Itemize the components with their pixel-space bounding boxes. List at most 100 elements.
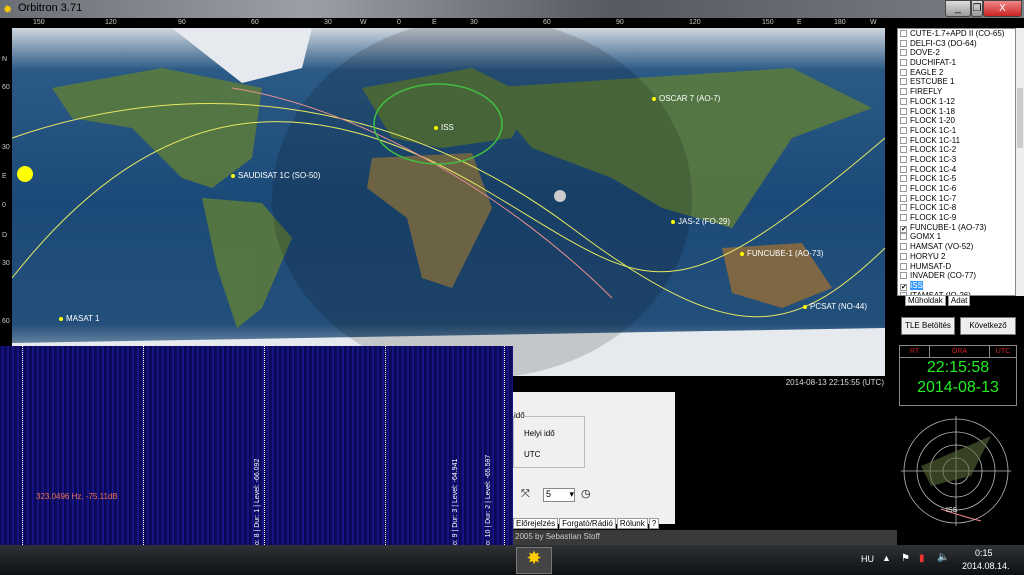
checkbox[interactable]: ✔ (900, 283, 907, 291)
satellite-list-item[interactable]: EAGLE 2 (898, 68, 1015, 78)
tray-time[interactable]: 0:15 (975, 548, 993, 558)
checkbox[interactable] (900, 126, 907, 134)
checkbox[interactable] (900, 155, 907, 163)
close-button[interactable]: X (983, 0, 1022, 17)
checkbox[interactable] (900, 243, 907, 251)
checkbox[interactable] (900, 233, 907, 241)
checkbox[interactable] (900, 146, 907, 154)
satellite-name: DOVE-2 (910, 48, 940, 58)
satellite-list-item[interactable]: DOVE-2 (898, 48, 1015, 58)
scale-label: 30 (2, 144, 10, 151)
local-time-radio[interactable]: Helyi idő (524, 429, 555, 438)
checkbox[interactable] (900, 272, 907, 280)
checkbox[interactable] (900, 262, 907, 270)
tray-date[interactable]: 2014.08.14. (962, 561, 1010, 571)
checkbox[interactable] (900, 252, 907, 260)
satellite-list-item[interactable]: FLOCK 1C-9 (898, 213, 1015, 223)
satellite-list-item[interactable]: FIREFLY (898, 87, 1015, 97)
checkbox[interactable] (900, 194, 907, 202)
satellite-list-item[interactable]: FLOCK 1C-7 (898, 194, 1015, 204)
volume-icon[interactable]: 🔈 (937, 552, 949, 563)
satellite-list-item[interactable]: FLOCK 1-20 (898, 116, 1015, 126)
world-map[interactable]: OSCAR 7 (AO-7) ISS SAUDISAT 1C (SO-50) JAS-… (12, 28, 885, 376)
satellite-list-item[interactable]: ESTCUBE 1 (898, 77, 1015, 87)
checkbox[interactable] (900, 214, 907, 222)
satellite-list-item[interactable]: INVADER (CO-77) (898, 271, 1015, 281)
tab-satellites[interactable]: Műholdak (905, 295, 946, 306)
satellite-list-item[interactable]: FLOCK 1C-8 (898, 203, 1015, 213)
satellite-list-item[interactable]: FLOCK 1-12 (898, 97, 1015, 107)
checkbox[interactable] (900, 136, 907, 144)
panel-tab[interactable]: Rólunk (616, 518, 648, 529)
checkbox[interactable] (900, 185, 907, 192)
satellite-list-item[interactable]: FLOCK 1C-11 (898, 136, 1015, 146)
step-value: 5 (546, 489, 552, 499)
panel-tab[interactable]: Forgató/Rádió (559, 518, 616, 529)
checkbox[interactable] (900, 49, 907, 57)
satellite-marker[interactable]: SAUDISAT 1C (SO-50) (231, 171, 320, 180)
satellite-marker[interactable]: ISS (434, 123, 454, 132)
checkbox[interactable] (900, 117, 907, 125)
satellite-list-item[interactable]: FLOCK 1C-4 (898, 165, 1015, 175)
checkbox[interactable] (900, 204, 907, 212)
satellite-list-item[interactable]: GOMX 1 (898, 232, 1015, 242)
satellite-name: FIREFLY (910, 87, 943, 97)
checkbox[interactable] (900, 59, 907, 67)
step-select[interactable]: 5 ▾ (543, 488, 575, 502)
satellite-list-item[interactable]: FLOCK 1C-5 (898, 174, 1015, 184)
tray-expand-icon[interactable]: ▲ (882, 553, 891, 563)
maximize-button[interactable]: ❐ (971, 0, 983, 17)
spectrogram-waterfall[interactable]: 00:12:0000:13:0000:14:0000:15:0000:16:00… (0, 346, 513, 575)
satellite-dot-icon (803, 304, 807, 309)
next-button[interactable]: Következő (960, 317, 1016, 335)
checkbox[interactable] (900, 30, 907, 37)
checkbox[interactable] (900, 175, 907, 183)
checkbox[interactable] (900, 97, 907, 105)
satellite-list-item[interactable]: HAMSAT (VO-52) (898, 242, 1015, 252)
clock-icon[interactable]: ◷ (581, 487, 591, 500)
moon-icon (554, 190, 566, 202)
scale-label: W (870, 19, 877, 26)
satellite-list-item[interactable]: FLOCK 1C-6 (898, 184, 1015, 194)
satellite-name: FLOCK 1C-11 (910, 135, 961, 145)
satellite-marker[interactable]: JAS-2 (FO-29) (671, 217, 730, 226)
panel-tab[interactable]: ? (648, 518, 660, 529)
satellite-label: JAS-2 (FO-29) (678, 217, 731, 226)
utc-radio[interactable]: UTC (524, 450, 540, 459)
satellite-marker[interactable]: MASAT 1 (59, 314, 100, 323)
checkbox[interactable] (900, 165, 907, 173)
orbitron-taskbar-button[interactable]: ✸ (516, 547, 552, 574)
satellite-list[interactable]: CUTE-1.7+APD II (CO-65) DELFI-C3 (DO-64) D… (897, 28, 1016, 296)
tab-data[interactable]: Adat (947, 295, 971, 306)
satellite-list-item[interactable]: DELFI-C3 (DO-64) (898, 39, 1015, 49)
satellite-list-item[interactable]: HORYU 2 (898, 252, 1015, 262)
satellite-marker[interactable]: PCSAT (NO-44) (803, 302, 867, 311)
satellite-list-item[interactable]: DUCHIFAT-1 (898, 58, 1015, 68)
satellite-list-item[interactable]: CUTE-1.7+APD II (CO-65) (898, 29, 1015, 39)
tle-load-button[interactable]: TLE Betöltés (901, 317, 955, 335)
satellite-list-item[interactable]: ✔ ISS (898, 280, 1015, 291)
satellite-list-item[interactable]: FLOCK 1C-1 (898, 126, 1015, 136)
satellite-list-item[interactable]: FLOCK 1-18 (898, 107, 1015, 117)
satellite-name: FLOCK 1C-1 (910, 125, 957, 135)
minimize-button[interactable]: _ (945, 0, 971, 17)
language-indicator[interactable]: HU (861, 554, 874, 564)
scale-label: 150 (33, 19, 45, 26)
panel-tab[interactable]: Előrejelzés (513, 518, 559, 529)
list-scrollbar[interactable] (1016, 28, 1024, 296)
satellite-marker[interactable]: FUNCUBE-1 (AO-73) (740, 249, 823, 258)
checkbox[interactable] (900, 78, 907, 86)
satellite-dot-icon (231, 173, 235, 178)
power-icon[interactable]: ▮ (919, 553, 925, 564)
satellite-list-item[interactable]: FLOCK 1C-3 (898, 155, 1015, 165)
checkbox[interactable] (900, 88, 907, 96)
fullscreen-icon[interactable]: ⤧ (521, 488, 530, 501)
satellite-list-item[interactable]: ✔ FUNCUBE-1 (AO-73) (898, 223, 1015, 233)
satellite-marker[interactable]: OSCAR 7 (AO-7) (652, 94, 720, 103)
satellite-list-item[interactable]: HUMSAT-D (898, 262, 1015, 272)
flag-icon[interactable]: ⚑ (901, 553, 910, 564)
checkbox[interactable] (900, 68, 907, 76)
satellite-list-item[interactable]: FLOCK 1C-2 (898, 145, 1015, 155)
checkbox[interactable] (900, 107, 907, 115)
checkbox[interactable] (900, 39, 907, 47)
